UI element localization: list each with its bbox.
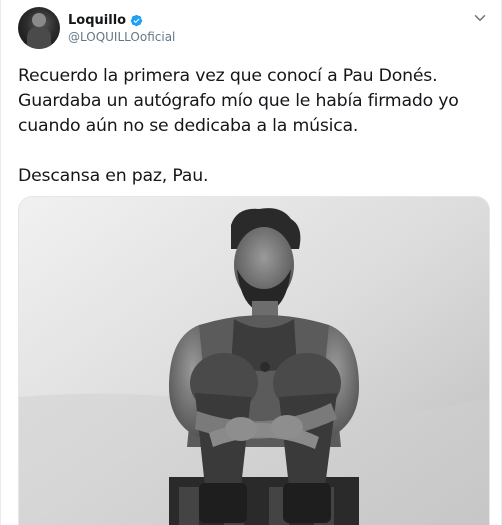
tweet-card: Loquillo @LOQUILLOoficial Recuerdo la pr… <box>0 0 502 525</box>
display-name-row: Loquillo <box>68 11 175 29</box>
verified-badge-icon <box>130 14 143 26</box>
tweet-text-line: cuando aún no se dedicaba a la música. <box>18 116 359 136</box>
tweet-text: Recuerdo la primera vez que conocí a Pau… <box>18 64 488 189</box>
tweet-text-line: Guardaba un autógrafo mío que le había f… <box>18 91 459 111</box>
avatar[interactable] <box>18 7 60 49</box>
tweet-photo[interactable] <box>18 196 490 525</box>
photo-illustration <box>19 197 489 525</box>
author-handle[interactable]: @LOQUILLOoficial <box>68 30 175 44</box>
display-name[interactable]: Loquillo <box>68 13 126 28</box>
tweet-text-line: Recuerdo la primera vez que conocí a Pau… <box>18 66 438 86</box>
avatar-body <box>27 27 51 49</box>
chevron-down-icon[interactable] <box>471 9 489 27</box>
author-names: Loquillo @LOQUILLOoficial <box>68 11 175 45</box>
tweet-header: Loquillo @LOQUILLOoficial <box>18 7 489 51</box>
avatar-head <box>32 13 46 27</box>
tweet-text-line: Descansa en paz, Pau. <box>18 166 209 186</box>
